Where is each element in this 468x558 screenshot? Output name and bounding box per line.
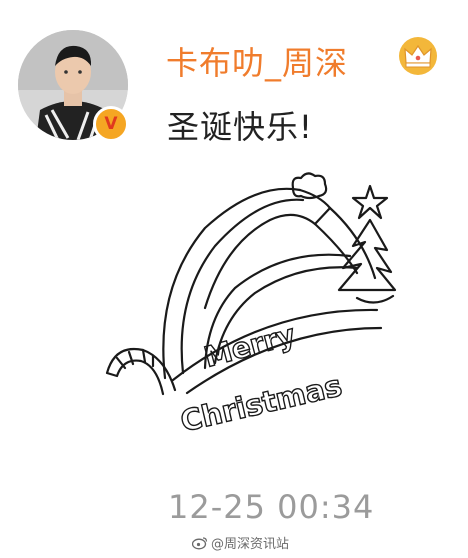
weibo-post-card: V 卡布叻_周深 圣诞快乐! Merry Christmas 12-25 00:…	[0, 0, 468, 558]
post-text: 圣诞快乐!	[167, 108, 313, 146]
verified-badge: V	[93, 106, 129, 142]
post-timestamp: 12-25 00:34	[168, 488, 375, 526]
watermark: @周深资讯站	[192, 533, 289, 552]
drawing-merry-text: Merry	[201, 318, 299, 374]
weibo-logo-icon	[192, 536, 208, 549]
username[interactable]: 卡布叻_周深	[166, 38, 348, 84]
crown-icon	[399, 37, 437, 75]
christmas-hat-drawing[interactable]: Merry Christmas	[95, 168, 405, 433]
drawing-christmas-text: Christmas	[177, 368, 345, 433]
verified-badge-label: V	[104, 113, 118, 134]
watermark-text: @周深资讯站	[211, 537, 290, 552]
